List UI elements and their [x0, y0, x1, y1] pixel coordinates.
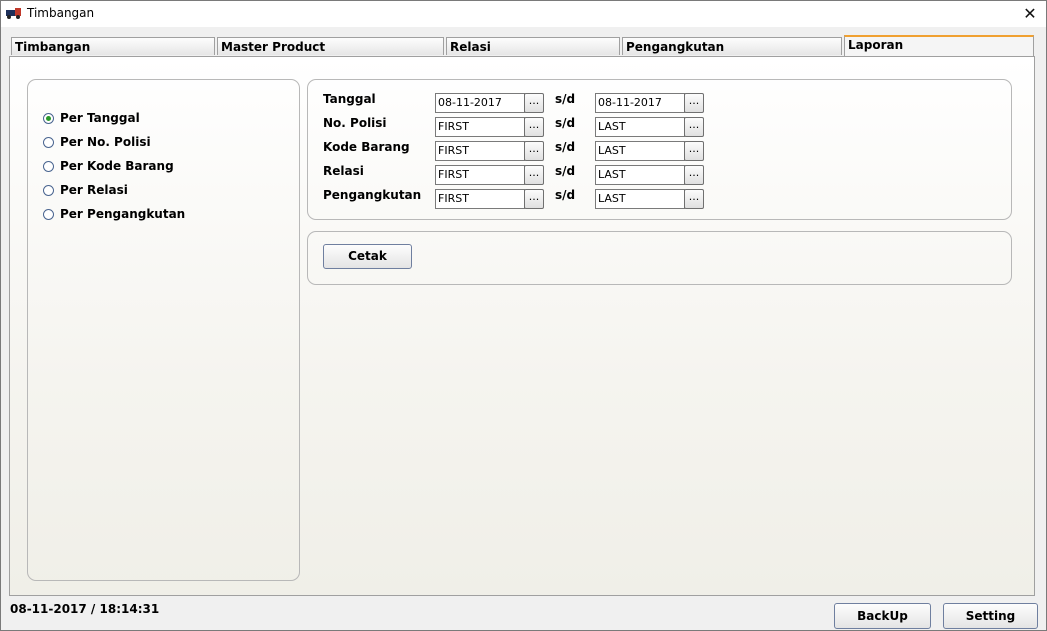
kode-barang-from-browse-button[interactable]: ...	[524, 141, 544, 161]
app-window: Timbangan ✕ Timbangan Master Product Rel…	[0, 0, 1047, 631]
filter-label-pengangkutan: Pengangkutan	[323, 188, 422, 202]
tab-relasi[interactable]: Relasi	[446, 37, 620, 55]
radio-label: Per Relasi	[60, 183, 128, 197]
tab-pengangkutan[interactable]: Pengangkutan	[622, 37, 842, 55]
radio-per-no-polisi[interactable]: Per No. Polisi	[43, 134, 151, 150]
tanggal-to-field[interactable]: 08-11-2017	[595, 93, 685, 113]
range-separator: s/d	[555, 164, 576, 178]
tab-bar: Timbangan Master Product Relasi Pengangk…	[1, 35, 1046, 57]
tanggal-from-field[interactable]: 08-11-2017	[435, 93, 525, 113]
kode-barang-to-field[interactable]: LAST	[595, 141, 685, 161]
range-separator: s/d	[555, 188, 576, 202]
close-icon[interactable]: ✕	[1020, 4, 1040, 24]
laporan-panel: Per Tanggal Per No. Polisi Per Kode Bara…	[9, 56, 1035, 596]
filter-label-relasi: Relasi	[323, 164, 364, 178]
relasi-from-field[interactable]: FIRST	[435, 165, 525, 185]
radio-per-kode-barang[interactable]: Per Kode Barang	[43, 158, 174, 174]
radio-button[interactable]	[43, 184, 54, 196]
pengangkutan-from-browse-button[interactable]: ...	[524, 189, 544, 209]
no-polisi-to-browse-button[interactable]: ...	[684, 117, 704, 137]
tab-laporan[interactable]: Laporan	[844, 35, 1034, 57]
setting-button[interactable]: Setting	[943, 603, 1038, 629]
radio-button[interactable]	[43, 208, 54, 220]
relasi-to-field[interactable]: LAST	[595, 165, 685, 185]
filter-label-no-polisi: No. Polisi	[323, 116, 387, 130]
radio-button[interactable]	[43, 112, 54, 124]
relasi-from-browse-button[interactable]: ...	[524, 165, 544, 185]
radio-button[interactable]	[43, 160, 54, 172]
tanggal-to-browse-button[interactable]: ...	[684, 93, 704, 113]
pengangkutan-from-field[interactable]: FIRST	[435, 189, 525, 209]
action-group: Cetak	[307, 231, 1012, 285]
backup-button[interactable]: BackUp	[834, 603, 931, 629]
status-datetime: 08-11-2017 / 18:14:31	[10, 602, 160, 616]
kode-barang-to-browse-button[interactable]: ...	[684, 141, 704, 161]
tanggal-from-browse-button[interactable]: ...	[524, 93, 544, 113]
pengangkutan-to-browse-button[interactable]: ...	[684, 189, 704, 209]
radio-button[interactable]	[43, 136, 54, 148]
radio-per-pengangkutan[interactable]: Per Pengangkutan	[43, 206, 185, 222]
radio-label: Per Tanggal	[60, 111, 140, 125]
tab-master-product[interactable]: Master Product	[217, 37, 444, 55]
range-separator: s/d	[555, 92, 576, 106]
filter-group: Tanggal 08-11-2017 ... s/d 08-11-2017 ..…	[307, 79, 1012, 220]
filter-label-kode-barang: Kode Barang	[323, 140, 410, 154]
no-polisi-from-field[interactable]: FIRST	[435, 117, 525, 137]
truck-icon	[6, 8, 21, 19]
radio-per-relasi[interactable]: Per Relasi	[43, 182, 128, 198]
cetak-button[interactable]: Cetak	[323, 244, 412, 269]
kode-barang-from-field[interactable]: FIRST	[435, 141, 525, 161]
no-polisi-to-field[interactable]: LAST	[595, 117, 685, 137]
tab-timbangan[interactable]: Timbangan	[11, 37, 215, 55]
title-bar: Timbangan ✕	[1, 1, 1046, 27]
window-title: Timbangan	[27, 6, 95, 20]
pengangkutan-to-field[interactable]: LAST	[595, 189, 685, 209]
no-polisi-from-browse-button[interactable]: ...	[524, 117, 544, 137]
report-type-group: Per Tanggal Per No. Polisi Per Kode Bara…	[27, 79, 300, 581]
radio-label: Per Kode Barang	[60, 159, 174, 173]
radio-label: Per No. Polisi	[60, 135, 151, 149]
radio-label: Per Pengangkutan	[60, 207, 186, 221]
range-separator: s/d	[555, 140, 576, 154]
relasi-to-browse-button[interactable]: ...	[684, 165, 704, 185]
range-separator: s/d	[555, 116, 576, 130]
filter-label-tanggal: Tanggal	[323, 92, 376, 106]
radio-per-tanggal[interactable]: Per Tanggal	[43, 110, 140, 126]
